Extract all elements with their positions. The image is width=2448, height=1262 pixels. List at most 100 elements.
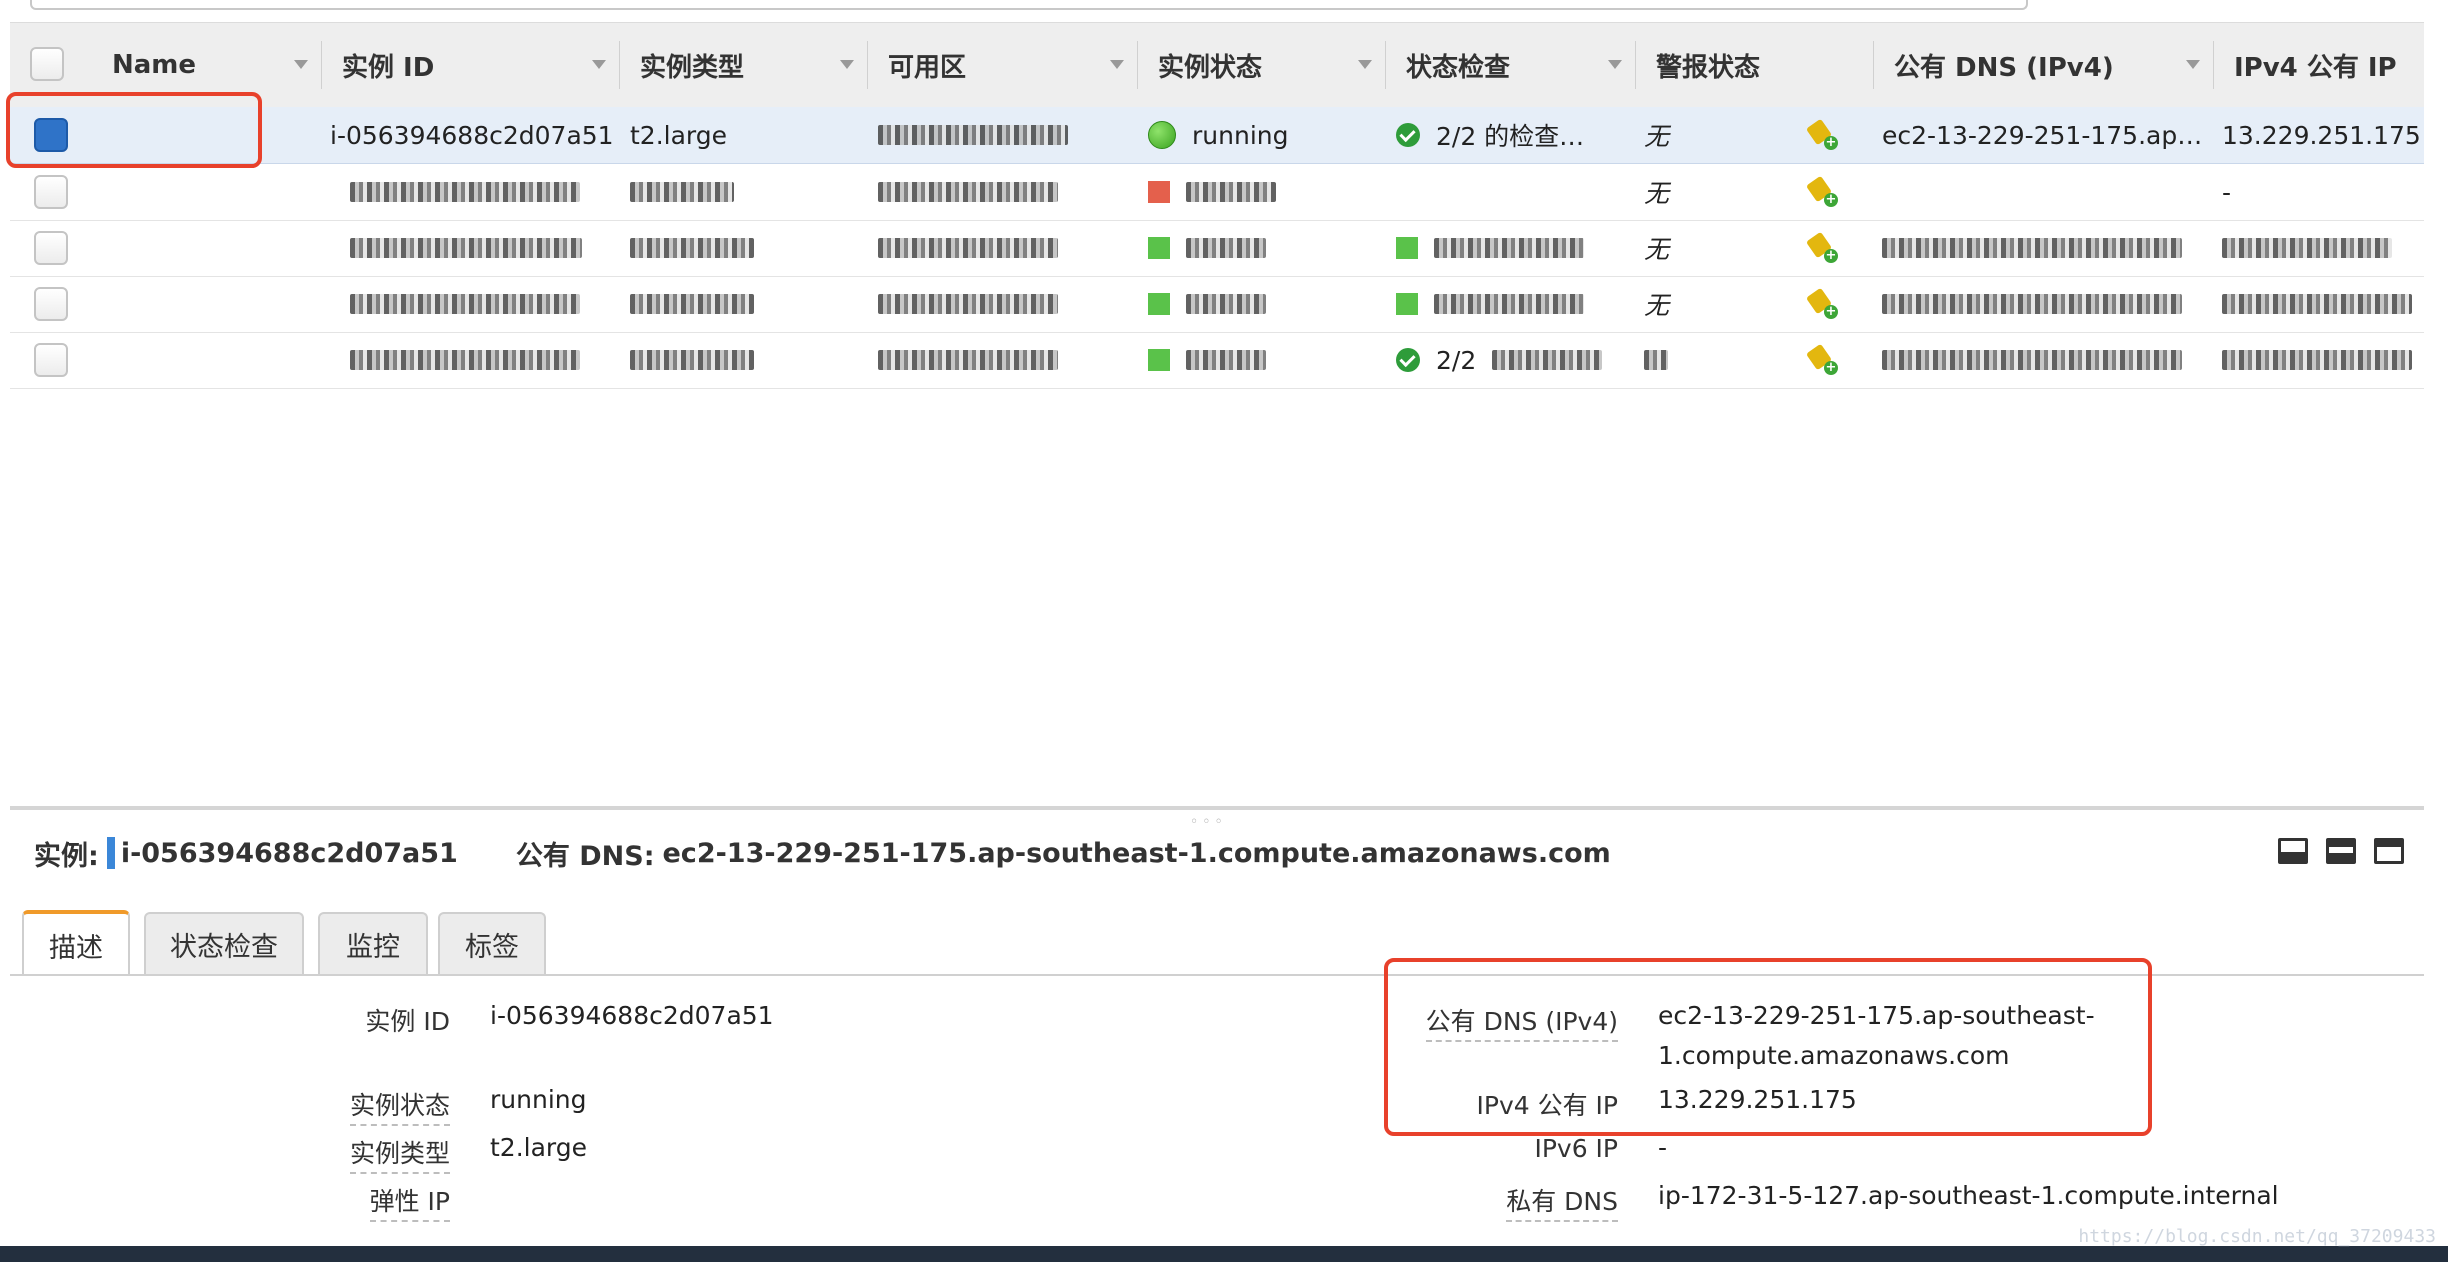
cell-instance-state bbox=[1148, 332, 1266, 388]
sort-caret-icon[interactable] bbox=[1358, 60, 1372, 69]
cell-availability-zone-blurred bbox=[878, 107, 1068, 163]
row-checkbox[interactable] bbox=[34, 175, 68, 209]
cell-public-ip: - bbox=[2222, 177, 2232, 207]
cell-blurred bbox=[1882, 220, 2182, 276]
label-ipv6-ip: IPv6 IP bbox=[1534, 1134, 1618, 1163]
running-status-icon bbox=[1148, 293, 1170, 315]
column-header-alarm-status[interactable]: 警报状态 bbox=[1636, 23, 1874, 107]
cell-blurred bbox=[878, 332, 1058, 388]
cell-instance-type: t2.large bbox=[630, 120, 728, 150]
cell-status-check: 2/2 bbox=[1396, 332, 1603, 388]
sort-caret-icon[interactable] bbox=[1608, 60, 1622, 69]
cell-blurred bbox=[350, 276, 580, 332]
cell-blurred bbox=[878, 220, 1058, 276]
cell-alarm-status: 无 bbox=[1644, 235, 1670, 264]
detail-header: 实例: i-056394688c2d07a51 公有 DNS: ec2-13-2… bbox=[34, 836, 1611, 872]
cell-blurred bbox=[1882, 276, 2182, 332]
add-alarm-icon[interactable]: + bbox=[1805, 332, 1838, 388]
cell-status-check bbox=[1396, 220, 1584, 276]
sort-caret-icon[interactable] bbox=[840, 60, 854, 69]
add-alarm-icon[interactable]: + bbox=[1805, 220, 1838, 276]
tab-monitoring[interactable]: 监控 bbox=[318, 912, 428, 974]
status-check-icon bbox=[1396, 237, 1418, 259]
add-alarm-icon[interactable]: + bbox=[1805, 164, 1838, 220]
cell-blurred bbox=[878, 276, 1058, 332]
cell-status-check bbox=[1396, 276, 1584, 332]
annotation-highlight-dns-ip bbox=[1384, 958, 2152, 1136]
column-header-availability-zone[interactable]: 可用区 bbox=[868, 23, 1138, 107]
column-header-instance-id[interactable]: 实例 ID bbox=[322, 23, 620, 107]
cell-instance-state bbox=[1148, 164, 1276, 220]
sort-caret-icon[interactable] bbox=[1110, 60, 1124, 69]
label-instance-type[interactable]: 实例类型 bbox=[349, 1134, 450, 1174]
column-header-public-ip[interactable]: IPv4 公有 IP bbox=[2214, 23, 2424, 107]
table-row[interactable]: 2/2 + bbox=[10, 332, 2424, 389]
cell-blurred bbox=[2222, 276, 2412, 332]
dns-label: 公有 DNS: bbox=[515, 840, 655, 872]
row-checkbox[interactable] bbox=[34, 287, 68, 321]
cell-alarm-status: 无 bbox=[1644, 291, 1670, 320]
column-header-status-check[interactable]: 状态检查 bbox=[1386, 23, 1636, 107]
value-instance-id: i-056394688c2d07a51 bbox=[490, 1001, 774, 1030]
table-row[interactable]: 无 + bbox=[10, 276, 2424, 333]
table-row-selected[interactable]: i-056394688c2d07a51 t2.large running 2/2… bbox=[10, 107, 2424, 164]
label-elastic-ip[interactable]: 弹性 IP bbox=[369, 1182, 450, 1222]
label-instance-id: 实例 ID bbox=[365, 1007, 450, 1036]
cell-alarm-status: 无 bbox=[1644, 179, 1670, 208]
running-status-icon bbox=[1148, 237, 1170, 259]
sort-caret-icon[interactable] bbox=[294, 60, 308, 69]
select-all-checkbox[interactable] bbox=[30, 47, 64, 81]
cell-blurred bbox=[630, 276, 754, 332]
column-header-instance-state[interactable]: 实例状态 bbox=[1138, 23, 1386, 107]
cell-blurred bbox=[630, 220, 754, 276]
label-instance-state[interactable]: 实例状态 bbox=[349, 1086, 450, 1126]
table-row[interactable]: 无 + bbox=[10, 220, 2424, 277]
cell-blurred bbox=[630, 164, 734, 220]
dns-header-value: ec2-13-229-251-175.ap-southeast-1.comput… bbox=[662, 837, 1611, 869]
search-box-edge[interactable] bbox=[30, 0, 2028, 10]
cell-status-check: 2/2 的检查… bbox=[1396, 107, 1584, 163]
splitter-grip-icon[interactable]: ◦◦◦ bbox=[1190, 814, 1227, 830]
cell-public-dns: ec2-13-229-251-175.ap… bbox=[1882, 120, 2203, 150]
row-checkbox[interactable] bbox=[34, 231, 68, 265]
panel-half-icon[interactable] bbox=[2326, 838, 2356, 864]
cell-blurred bbox=[2222, 332, 2412, 388]
instance-id-header: i-056394688c2d07a51 bbox=[120, 837, 458, 869]
instances-table-header: Name 实例 ID 实例类型 可用区 实例状态 状态检查 警报状态 公有 DN… bbox=[10, 22, 2424, 108]
bottom-bar bbox=[0, 1246, 2448, 1262]
value-instance-state: running bbox=[490, 1085, 587, 1114]
sort-caret-icon[interactable] bbox=[2186, 60, 2200, 69]
cell-blurred bbox=[350, 332, 580, 388]
sort-caret-icon[interactable] bbox=[592, 60, 606, 69]
panel-splitter[interactable] bbox=[10, 806, 2424, 810]
add-alarm-icon[interactable]: + bbox=[1805, 276, 1838, 332]
cell-instance-state bbox=[1148, 276, 1266, 332]
tab-description[interactable]: 描述 bbox=[22, 910, 130, 976]
check-passed-icon bbox=[1396, 123, 1420, 147]
row-checkbox[interactable] bbox=[34, 343, 68, 377]
stopped-status-icon bbox=[1148, 181, 1170, 203]
cell-instance-state: running bbox=[1148, 107, 1288, 163]
column-header-public-dns[interactable]: 公有 DNS (IPv4) bbox=[1874, 23, 2214, 107]
value-instance-type: t2.large bbox=[490, 1133, 588, 1162]
cell-blurred bbox=[350, 220, 582, 276]
panel-minimize-icon[interactable] bbox=[2278, 838, 2308, 864]
status-check-icon bbox=[1396, 293, 1418, 315]
add-alarm-icon[interactable]: + bbox=[1805, 107, 1838, 163]
cell-instance-id: i-056394688c2d07a51 bbox=[330, 120, 614, 150]
table-row[interactable]: 无 + - bbox=[10, 164, 2424, 221]
cell-blurred bbox=[878, 164, 1058, 220]
cell-instance-state bbox=[1148, 220, 1266, 276]
cell-blurred bbox=[1644, 332, 1668, 388]
label-private-dns[interactable]: 私有 DNS bbox=[1506, 1182, 1618, 1222]
value-private-dns: ip-172-31-5-127.ap-southeast-1.compute.i… bbox=[1658, 1181, 2279, 1210]
instance-flag-icon bbox=[106, 837, 115, 869]
cell-blurred bbox=[1882, 332, 2182, 388]
cell-blurred bbox=[2222, 220, 2392, 276]
tab-status-checks[interactable]: 状态检查 bbox=[144, 912, 304, 974]
running-status-icon bbox=[1148, 121, 1176, 149]
column-header-instance-type[interactable]: 实例类型 bbox=[620, 23, 868, 107]
panel-maximize-icon[interactable] bbox=[2374, 838, 2404, 864]
watermark: https://blog.csdn.net/qq_37209433 bbox=[2078, 1226, 2436, 1247]
tab-tags[interactable]: 标签 bbox=[438, 912, 546, 974]
